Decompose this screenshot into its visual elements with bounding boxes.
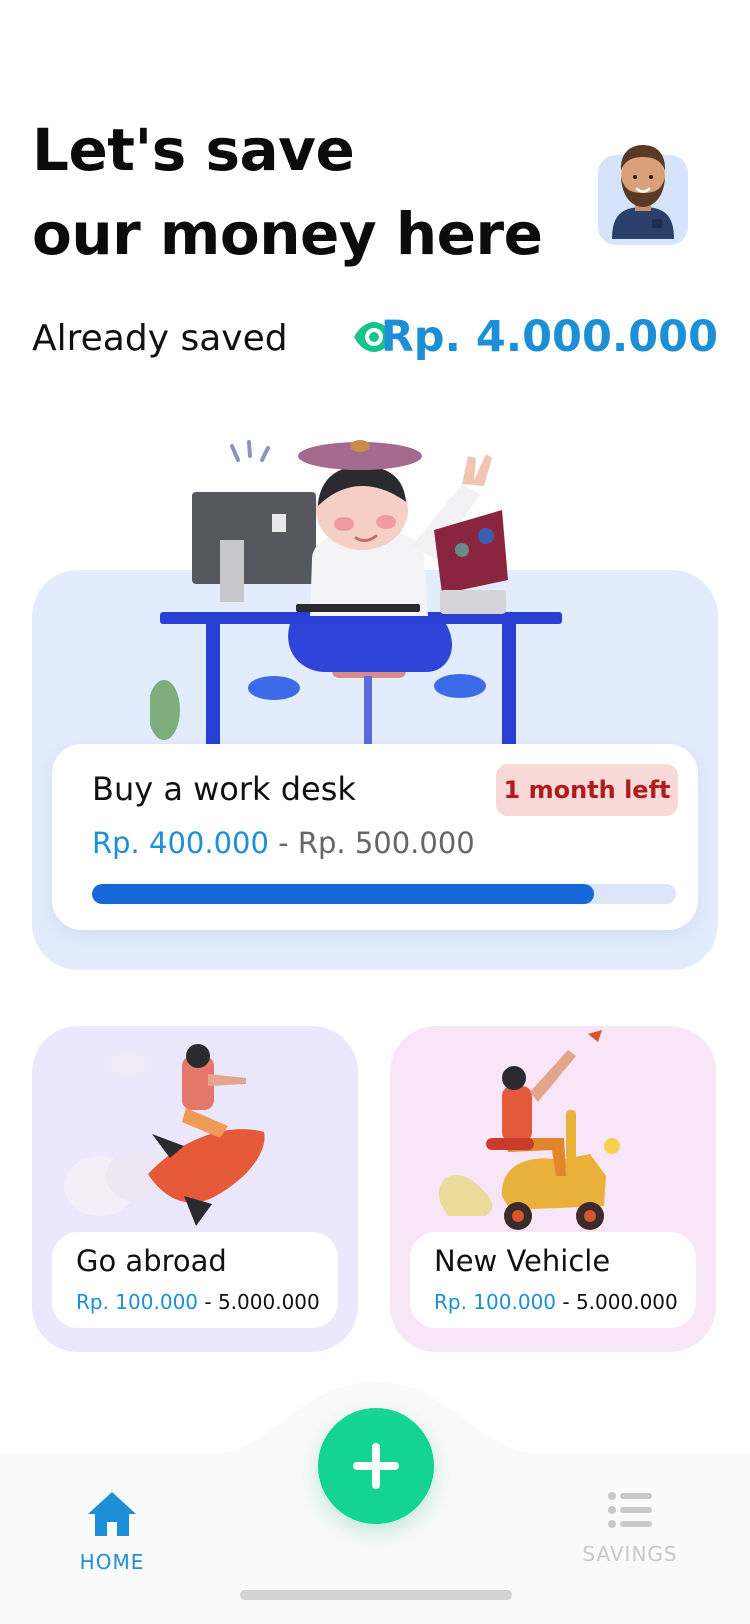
goal-current-amount: Rp. 400.000	[92, 826, 269, 860]
list-icon	[608, 1492, 652, 1528]
avatar-illustration-icon	[612, 145, 674, 239]
featured-goal-info[interactable]: Buy a work desk 1 month left Rp. 400.000…	[52, 744, 698, 930]
goal-card-go-abroad[interactable]: Go abroad Rp. 100.000 - 5.000.000	[32, 1026, 358, 1352]
balance-row: Already saved Rp. 4.000.000	[32, 310, 718, 370]
scooter-illustration-icon	[438, 1030, 620, 1230]
avatar[interactable]	[598, 145, 688, 245]
goal-amount-separator: -	[556, 1290, 576, 1314]
goal-progress-bar	[92, 884, 676, 904]
home-indicator	[240, 1590, 512, 1600]
page-title: Let's save our money here	[32, 108, 543, 276]
goal-current-amount: Rp. 100.000	[76, 1290, 199, 1314]
balance-amount: Rp. 4.000.000	[380, 312, 718, 362]
goal-title: Go abroad	[76, 1244, 227, 1278]
deadline-badge: 1 month left	[496, 764, 678, 816]
goal-info-new-vehicle: New Vehicle Rp. 100.000 - 5.000.000	[410, 1232, 696, 1328]
goal-current-amount: Rp. 100.000	[434, 1290, 557, 1314]
nav-home-label: HOME	[79, 1550, 145, 1574]
home-icon	[88, 1492, 136, 1536]
goal-amount-separator: -	[268, 826, 298, 860]
add-goal-button[interactable]	[318, 1408, 434, 1524]
balance-label: Already saved	[32, 318, 288, 359]
goal-target-amount: 5.000.000	[217, 1290, 320, 1314]
goal-info-go-abroad: Go abroad Rp. 100.000 - 5.000.000	[52, 1232, 338, 1328]
goal-progress-fill	[92, 884, 595, 904]
workdesk-illustration-icon	[150, 440, 562, 744]
rocket-illustration-icon	[64, 1044, 265, 1226]
goal-amounts: Rp. 100.000 - 5.000.000	[76, 1290, 320, 1314]
goal-title: Buy a work desk	[92, 770, 356, 808]
title-line-1: Let's save	[32, 116, 355, 184]
goal-target-amount: 5.000.000	[575, 1290, 678, 1314]
goal-target-amount: Rp. 500.000	[297, 826, 475, 860]
nav-savings[interactable]: SAVINGS	[570, 1490, 690, 1590]
nav-home[interactable]: HOME	[62, 1490, 162, 1590]
goal-amounts: Rp. 100.000 - 5.000.000	[434, 1290, 678, 1314]
goal-amount-separator: -	[198, 1290, 218, 1314]
nav-savings-label: SAVINGS	[582, 1542, 678, 1566]
goal-title: New Vehicle	[434, 1244, 611, 1278]
plus-icon	[353, 1443, 399, 1489]
goal-card-new-vehicle[interactable]: New Vehicle Rp. 100.000 - 5.000.000	[390, 1026, 716, 1352]
title-line-2: our money here	[32, 200, 543, 268]
goal-amounts: Rp. 400.000 - Rp. 500.000	[92, 826, 475, 860]
